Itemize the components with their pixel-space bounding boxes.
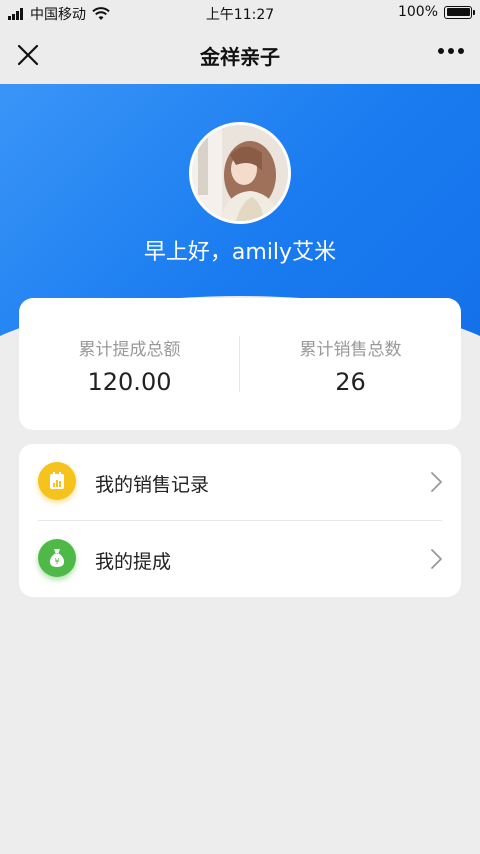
commission-total-value: 120.00 [87, 368, 172, 396]
money-bag-icon: ¥ [38, 539, 76, 577]
sales-record-label: 我的销售记录 [95, 474, 210, 496]
menu-card: 我的销售记录 ¥ 我的提成 [19, 444, 461, 597]
battery-percent: 100% [397, 4, 438, 20]
avatar-image [192, 125, 288, 221]
nav-bar: 金祥亲子 [0, 26, 480, 84]
status-bar: 中国移动 上午11:27 100% [0, 0, 480, 26]
greeting-text: 早上好，amily艾米 [143, 240, 337, 265]
commission-total-stat: 累计提成总额 120.00 [19, 298, 240, 430]
commission-label: 我的提成 [95, 551, 172, 573]
sales-total-label: 累计销售总数 [299, 340, 402, 360]
menu-item-commission[interactable]: ¥ 我的提成 [19, 521, 461, 597]
sales-total-stat: 累计销售总数 26 [240, 298, 461, 430]
commission-total-label: 累计提成总额 [78, 340, 181, 360]
chevron-right-icon [431, 549, 442, 569]
status-right: 100% [397, 4, 475, 20]
chevron-right-icon [431, 472, 442, 492]
stats-card: 累计提成总额 120.00 累计销售总数 26 [19, 298, 461, 430]
svg-text:¥: ¥ [54, 557, 59, 566]
battery-level [446, 8, 470, 16]
avatar[interactable] [189, 122, 291, 224]
page-title: 金祥亲子 [200, 45, 280, 69]
sales-total-value: 26 [335, 368, 366, 396]
menu-item-sales-record[interactable]: 我的销售记录 [19, 444, 461, 520]
battery-icon [444, 5, 475, 19]
sales-record-icon [38, 462, 76, 500]
more-icon[interactable] [434, 48, 464, 54]
